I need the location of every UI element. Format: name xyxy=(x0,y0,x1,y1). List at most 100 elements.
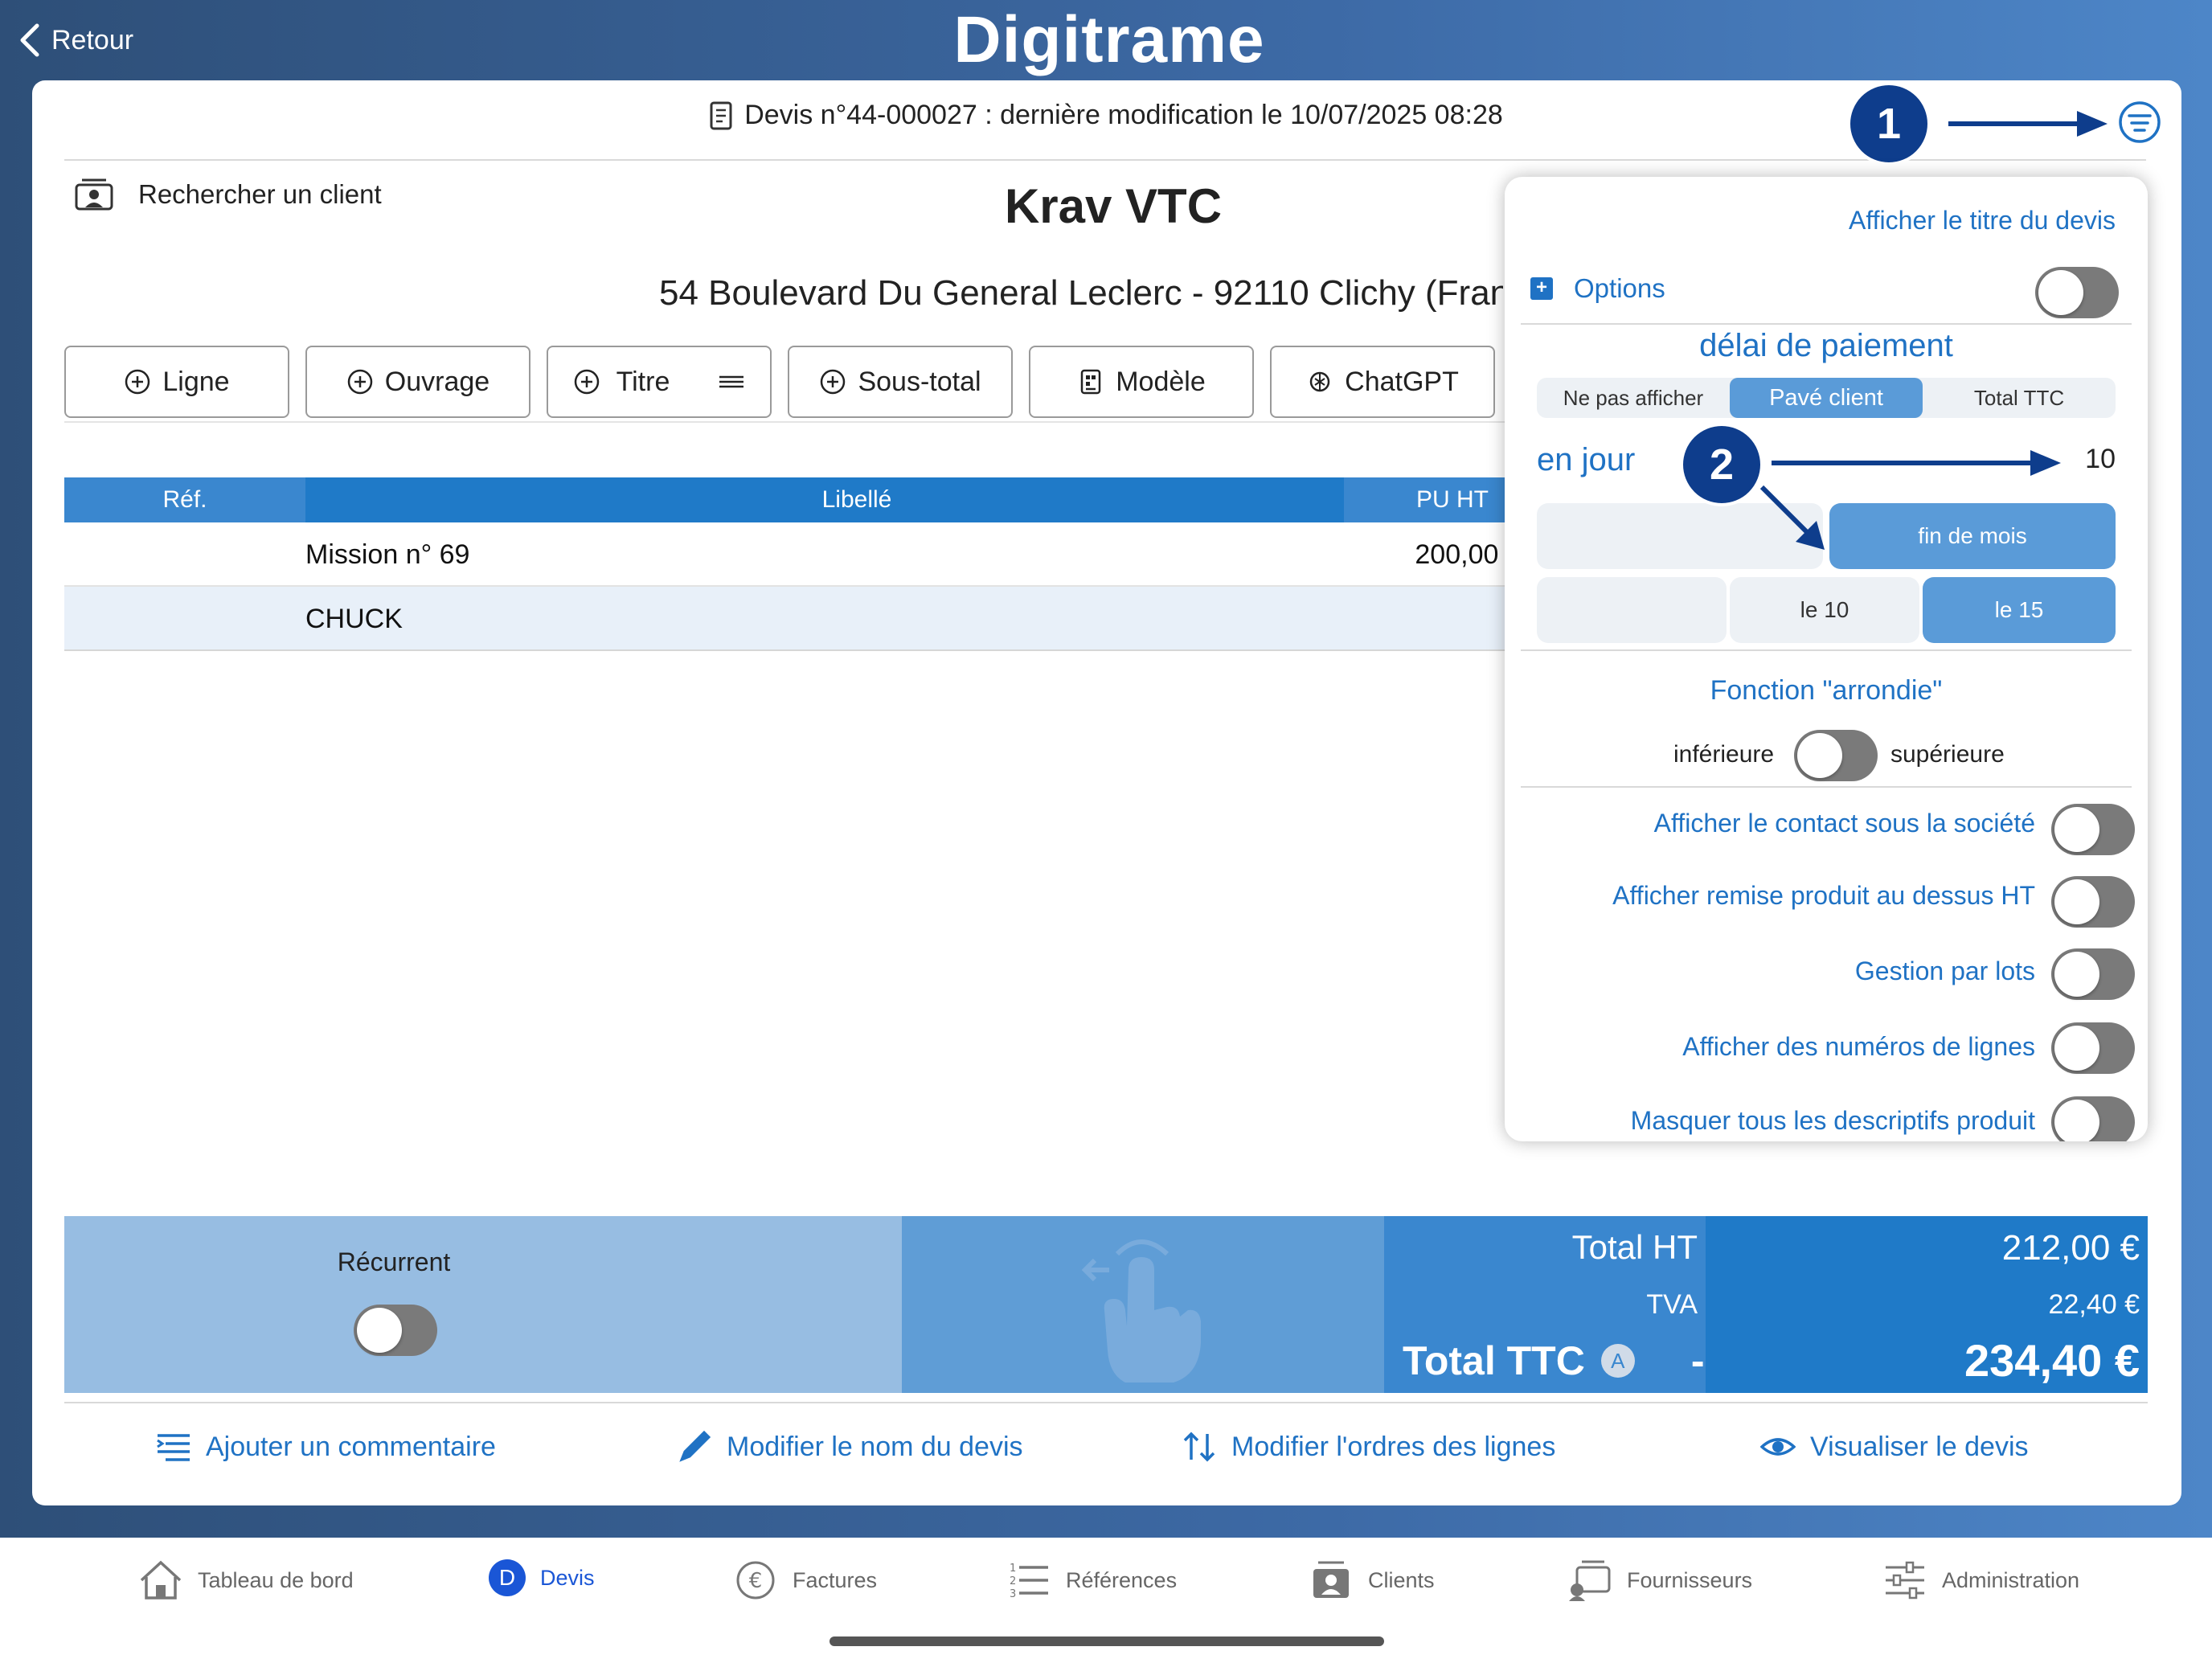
total-ttc-value: 234,40 € xyxy=(1964,1335,2140,1386)
annotation-badge-2: 2 xyxy=(1680,423,1763,506)
svg-text:€: € xyxy=(749,1569,763,1593)
tab-dashboard-label: Tableau de bord xyxy=(198,1567,354,1592)
hamburger-icon xyxy=(719,375,744,388)
tva-value: 22,40 € xyxy=(2048,1289,2140,1320)
back-label: Retour xyxy=(51,24,134,55)
tab-references[interactable]: 123 Références xyxy=(1006,1559,1177,1601)
annotation-arrow-1-icon xyxy=(1948,111,2108,137)
rounding-low-label: inférieure xyxy=(1673,741,1775,768)
back-button[interactable]: Retour xyxy=(18,18,133,63)
reorder-lines-button[interactable]: Modifier l'ordres des lignes xyxy=(1182,1431,1555,1463)
line-numbers-toggle[interactable] xyxy=(2051,1022,2135,1074)
options-label: Options xyxy=(1574,273,1665,303)
total-ttc-label: Total TTC xyxy=(1403,1338,1585,1383)
row-libelle: Mission n° 69 xyxy=(305,539,470,570)
add-ouvrage-button[interactable]: Ouvrage xyxy=(305,346,530,418)
add-subtotal-button[interactable]: Sous-total xyxy=(788,346,1013,418)
home-indicator[interactable] xyxy=(830,1636,1384,1646)
recurrent-toggle[interactable] xyxy=(354,1305,437,1356)
options-row[interactable]: + Options xyxy=(1530,273,1665,304)
table-row[interactable]: CHUCK 12, xyxy=(64,587,1567,651)
header-divider xyxy=(64,159,2146,161)
payment-delay-segmented-control: Ne pas afficher Pavé client Total TTC xyxy=(1537,378,2116,418)
lot-management-toggle[interactable] xyxy=(2051,948,2135,1000)
panel-divider xyxy=(1521,786,2132,788)
option-lot-management: Gestion par lots xyxy=(1854,956,2035,985)
filter-menu-icon[interactable] xyxy=(2117,100,2162,145)
tab-fournisseurs-label: Fournisseurs xyxy=(1627,1567,1753,1592)
table-row[interactable]: Mission n° 69 200,00 € / h xyxy=(64,522,1559,587)
add-line-button[interactable]: Ligne xyxy=(64,346,289,418)
payment-delay-title: délai de paiement xyxy=(1699,328,1953,363)
document-title-text: Devis n°44-000027 : dernière modificatio… xyxy=(744,100,1503,130)
plus-circle-icon xyxy=(125,369,150,395)
sliders-icon xyxy=(1886,1561,1924,1600)
table-header: Réf. Libellé PU HT xyxy=(64,477,1585,522)
rounding-toggle[interactable] xyxy=(1794,730,1878,781)
tab-dashboard[interactable]: Tableau de bord xyxy=(138,1559,354,1601)
eye-icon xyxy=(1760,1438,1796,1456)
actions-divider xyxy=(64,1402,2148,1403)
options-toggle[interactable] xyxy=(2035,267,2119,318)
tab-clients[interactable]: Clients xyxy=(1309,1559,1435,1601)
panel-divider xyxy=(1521,649,2132,651)
ttc-auto-badge[interactable]: A xyxy=(1600,1344,1635,1378)
tab-administration[interactable]: Administration xyxy=(1882,1559,2079,1601)
reorder-lines-label: Modifier l'ordres des lignes xyxy=(1231,1431,1556,1462)
row-libelle: CHUCK xyxy=(305,604,403,634)
end-of-month-button[interactable]: fin de mois xyxy=(1829,503,2116,569)
devis-icon: D xyxy=(489,1559,526,1596)
tab-clients-label: Clients xyxy=(1368,1567,1435,1592)
option-line-numbers: Afficher des numéros de lignes xyxy=(1682,1032,2035,1061)
tab-factures[interactable]: € Factures xyxy=(733,1559,877,1601)
numbered-list-icon: 123 xyxy=(1010,1563,1048,1600)
add-subtotal-label: Sous-total xyxy=(858,366,981,397)
client-card-icon xyxy=(75,178,113,211)
chevron-left-icon xyxy=(20,23,39,57)
tab-administration-label: Administration xyxy=(1942,1567,2080,1592)
swipe-hand-icon xyxy=(1081,1239,1201,1382)
day-10-button[interactable]: le 10 xyxy=(1730,577,1919,643)
chatgpt-icon xyxy=(1309,371,1330,392)
hide-descriptions-toggle[interactable] xyxy=(2051,1096,2135,1141)
document-icon xyxy=(710,101,732,129)
rounding-high-label: supérieure xyxy=(1890,741,2005,768)
search-client-button[interactable]: Rechercher un client xyxy=(74,177,382,212)
preview-quote-button[interactable]: Visualiser le devis xyxy=(1760,1431,2029,1463)
total-ht-label: Total HT xyxy=(1571,1228,1698,1266)
segment-client-block[interactable]: Pavé client xyxy=(1730,378,1923,418)
add-comment-button[interactable]: Ajouter un commentaire xyxy=(156,1431,496,1463)
days-value[interactable]: 10 xyxy=(2085,444,2116,475)
segment-hide[interactable]: Ne pas afficher xyxy=(1537,378,1730,418)
tab-devis[interactable]: D Devis xyxy=(489,1559,595,1596)
toolbar-divider xyxy=(64,421,1511,423)
rename-quote-button[interactable]: Modifier le nom du devis xyxy=(677,1431,1023,1463)
home-icon xyxy=(140,1560,182,1600)
svg-text:3: 3 xyxy=(1010,1588,1016,1600)
chatgpt-button[interactable]: ChatGPT xyxy=(1270,346,1495,418)
show-contact-toggle[interactable] xyxy=(2051,804,2135,855)
plus-square-icon: + xyxy=(1530,277,1553,300)
add-title-button[interactable]: Titre xyxy=(547,346,772,418)
template-button[interactable]: Modèle xyxy=(1029,346,1254,418)
tab-fournisseurs[interactable]: Fournisseurs xyxy=(1567,1559,1752,1601)
total-ttc-label-group: Total TTC A - xyxy=(1403,1337,1704,1384)
options-panel: Afficher le titre du devis + Options dél… xyxy=(1505,177,2148,1141)
segment-total-ttc[interactable]: Total TTC xyxy=(1923,378,2116,418)
template-icon xyxy=(1080,369,1101,395)
rounding-title: Fonction "arrondie" xyxy=(1710,675,1943,706)
day-15-button[interactable]: le 15 xyxy=(1923,577,2116,643)
product-discount-toggle[interactable] xyxy=(2051,876,2135,928)
annotation-arrow-3-icon xyxy=(1759,485,1825,550)
add-title-label: Titre xyxy=(616,366,670,397)
app-logo: Digitrame xyxy=(953,3,1265,76)
empty-option-box[interactable] xyxy=(1537,577,1727,643)
sort-arrows-icon xyxy=(1183,1432,1215,1462)
ttc-dash: - xyxy=(1690,1338,1705,1383)
plus-circle-icon xyxy=(574,369,599,395)
euro-circle-icon: € xyxy=(736,1561,775,1600)
annotation-arrow-2-icon xyxy=(1772,450,2061,476)
show-quote-title-link[interactable]: Afficher le titre du devis xyxy=(1849,206,2116,236)
comment-list-icon xyxy=(157,1434,190,1461)
pencil-icon xyxy=(679,1431,711,1462)
